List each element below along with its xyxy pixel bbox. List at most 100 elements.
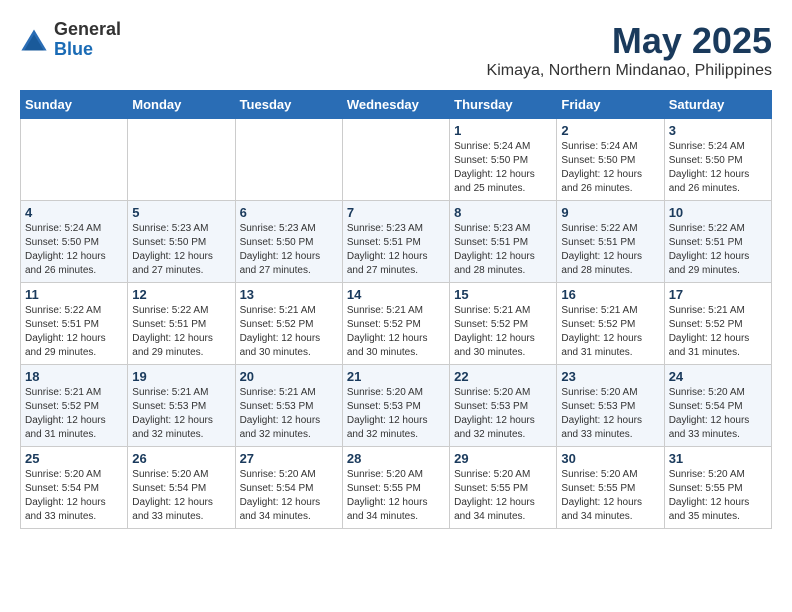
day-info: Sunrise: 5:23 AM Sunset: 5:50 PM Dayligh… [132,223,213,276]
day-info: Sunrise: 5:24 AM Sunset: 5:50 PM Dayligh… [669,141,750,194]
day-cell: 2 Sunrise: 5:24 AM Sunset: 5:50 PM Daylig… [557,119,664,201]
day-info: Sunrise: 5:21 AM Sunset: 5:52 PM Dayligh… [454,305,535,358]
day-cell: 12 Sunrise: 5:22 AM Sunset: 5:51 PM Dayli… [128,283,235,365]
day-info: Sunrise: 5:23 AM Sunset: 5:50 PM Dayligh… [240,223,321,276]
day-number: 23 [561,369,659,384]
day-number: 15 [454,287,552,302]
day-number: 29 [454,451,552,466]
day-cell: 24Sunrise: 5:20 AM Sunset: 5:54 PM Dayli… [664,365,771,447]
day-number: 16 [561,287,659,302]
day-cell [235,119,342,201]
day-cell: 11 Sunrise: 5:22 AM Sunset: 5:51 PM Dayli… [21,283,128,365]
header-saturday: Saturday [664,91,771,119]
day-number: 22 [454,369,552,384]
header-friday: Friday [557,91,664,119]
day-cell: 3 Sunrise: 5:24 AM Sunset: 5:50 PM Daylig… [664,119,771,201]
day-cell: 26Sunrise: 5:20 AM Sunset: 5:54 PM Dayli… [128,447,235,529]
day-cell: 19Sunrise: 5:21 AM Sunset: 5:53 PM Dayli… [128,365,235,447]
day-number: 13 [240,287,338,302]
day-info: Sunrise: 5:21 AM Sunset: 5:52 PM Dayligh… [347,305,428,358]
day-info: Sunrise: 5:20 AM Sunset: 5:54 PM Dayligh… [25,469,106,522]
logo-text: General Blue [54,20,121,60]
day-number: 1 [454,123,552,138]
day-number: 11 [25,287,123,302]
day-cell: 31 Sunrise: 5:20 AM Sunset: 5:55 PM Dayli… [664,447,771,529]
day-cell: 29 Sunrise: 5:20 AM Sunset: 5:55 PM Dayli… [450,447,557,529]
header-thursday: Thursday [450,91,557,119]
day-info: Sunrise: 5:22 AM Sunset: 5:51 PM Dayligh… [669,223,750,276]
title-block: May 2025 Kimaya, Northern Mindanao, Phil… [487,20,772,80]
day-info: Sunrise: 5:20 AM Sunset: 5:53 PM Dayligh… [454,387,535,440]
logo: General Blue [20,20,121,60]
day-number: 18 [25,369,123,384]
day-info: Sunrise: 5:21 AM Sunset: 5:53 PM Dayligh… [240,387,321,440]
day-info: Sunrise: 5:20 AM Sunset: 5:55 PM Dayligh… [454,469,535,522]
day-cell: 5 Sunrise: 5:23 AM Sunset: 5:50 PM Daylig… [128,201,235,283]
header-monday: Monday [128,91,235,119]
day-number: 8 [454,205,552,220]
day-number: 6 [240,205,338,220]
day-info: Sunrise: 5:20 AM Sunset: 5:53 PM Dayligh… [561,387,642,440]
day-cell [21,119,128,201]
day-number: 5 [132,205,230,220]
day-number: 7 [347,205,445,220]
day-number: 9 [561,205,659,220]
header-sunday: Sunday [21,91,128,119]
page-header: General Blue May 2025 Kimaya, Northern M… [20,20,772,80]
day-cell: 17 Sunrise: 5:21 AM Sunset: 5:52 PM Dayli… [664,283,771,365]
day-number: 3 [669,123,767,138]
day-number: 2 [561,123,659,138]
day-number: 4 [25,205,123,220]
day-cell: 30Sunrise: 5:20 AM Sunset: 5:55 PM Dayli… [557,447,664,529]
day-cell: 4 Sunrise: 5:24 AM Sunset: 5:50 PM Daylig… [21,201,128,283]
day-cell: 22 Sunrise: 5:20 AM Sunset: 5:53 PM Dayli… [450,365,557,447]
day-cell: 15 Sunrise: 5:21 AM Sunset: 5:52 PM Dayli… [450,283,557,365]
day-cell: 8 Sunrise: 5:23 AM Sunset: 5:51 PM Daylig… [450,201,557,283]
day-info: Sunrise: 5:20 AM Sunset: 5:55 PM Dayligh… [347,469,428,522]
day-info: Sunrise: 5:20 AM Sunset: 5:55 PM Dayligh… [669,469,750,522]
day-cell: 18 Sunrise: 5:21 AM Sunset: 5:52 PM Dayli… [21,365,128,447]
day-cell: 9Sunrise: 5:22 AM Sunset: 5:51 PM Daylig… [557,201,664,283]
day-cell [128,119,235,201]
day-cell: 23 Sunrise: 5:20 AM Sunset: 5:53 PM Dayli… [557,365,664,447]
week-row-4: 18 Sunrise: 5:21 AM Sunset: 5:52 PM Dayli… [21,365,772,447]
day-cell: 16Sunrise: 5:21 AM Sunset: 5:52 PM Dayli… [557,283,664,365]
calendar-title: May 2025 [487,20,772,62]
day-number: 24 [669,369,767,384]
day-cell: 13 Sunrise: 5:21 AM Sunset: 5:52 PM Dayli… [235,283,342,365]
day-info: Sunrise: 5:22 AM Sunset: 5:51 PM Dayligh… [25,305,106,358]
day-cell: 14Sunrise: 5:21 AM Sunset: 5:52 PM Dayli… [342,283,449,365]
day-cell: 1Sunrise: 5:24 AM Sunset: 5:50 PM Daylig… [450,119,557,201]
day-cell: 6 Sunrise: 5:23 AM Sunset: 5:50 PM Daylig… [235,201,342,283]
day-info: Sunrise: 5:23 AM Sunset: 5:51 PM Dayligh… [454,223,535,276]
week-row-5: 25Sunrise: 5:20 AM Sunset: 5:54 PM Dayli… [21,447,772,529]
day-number: 27 [240,451,338,466]
day-info: Sunrise: 5:20 AM Sunset: 5:53 PM Dayligh… [347,387,428,440]
day-number: 10 [669,205,767,220]
day-info: Sunrise: 5:20 AM Sunset: 5:55 PM Dayligh… [561,469,642,522]
day-cell [342,119,449,201]
week-row-2: 4 Sunrise: 5:24 AM Sunset: 5:50 PM Daylig… [21,201,772,283]
header-wednesday: Wednesday [342,91,449,119]
day-number: 21 [347,369,445,384]
day-cell: 25Sunrise: 5:20 AM Sunset: 5:54 PM Dayli… [21,447,128,529]
day-info: Sunrise: 5:20 AM Sunset: 5:54 PM Dayligh… [132,469,213,522]
day-number: 31 [669,451,767,466]
day-info: Sunrise: 5:24 AM Sunset: 5:50 PM Dayligh… [25,223,106,276]
calendar-subtitle: Kimaya, Northern Mindanao, Philippines [487,62,772,80]
day-number: 28 [347,451,445,466]
logo-general: General [54,20,121,40]
day-cell: 21 Sunrise: 5:20 AM Sunset: 5:53 PM Dayli… [342,365,449,447]
day-info: Sunrise: 5:21 AM Sunset: 5:52 PM Dayligh… [240,305,321,358]
day-number: 17 [669,287,767,302]
day-info: Sunrise: 5:22 AM Sunset: 5:51 PM Dayligh… [132,305,213,358]
day-number: 12 [132,287,230,302]
day-info: Sunrise: 5:21 AM Sunset: 5:52 PM Dayligh… [669,305,750,358]
day-cell: 28 Sunrise: 5:20 AM Sunset: 5:55 PM Dayli… [342,447,449,529]
day-info: Sunrise: 5:21 AM Sunset: 5:52 PM Dayligh… [25,387,106,440]
week-row-3: 11 Sunrise: 5:22 AM Sunset: 5:51 PM Dayli… [21,283,772,365]
day-cell: 7Sunrise: 5:23 AM Sunset: 5:51 PM Daylig… [342,201,449,283]
day-info: Sunrise: 5:24 AM Sunset: 5:50 PM Dayligh… [561,141,642,194]
day-info: Sunrise: 5:21 AM Sunset: 5:53 PM Dayligh… [132,387,213,440]
logo-icon [20,26,48,54]
